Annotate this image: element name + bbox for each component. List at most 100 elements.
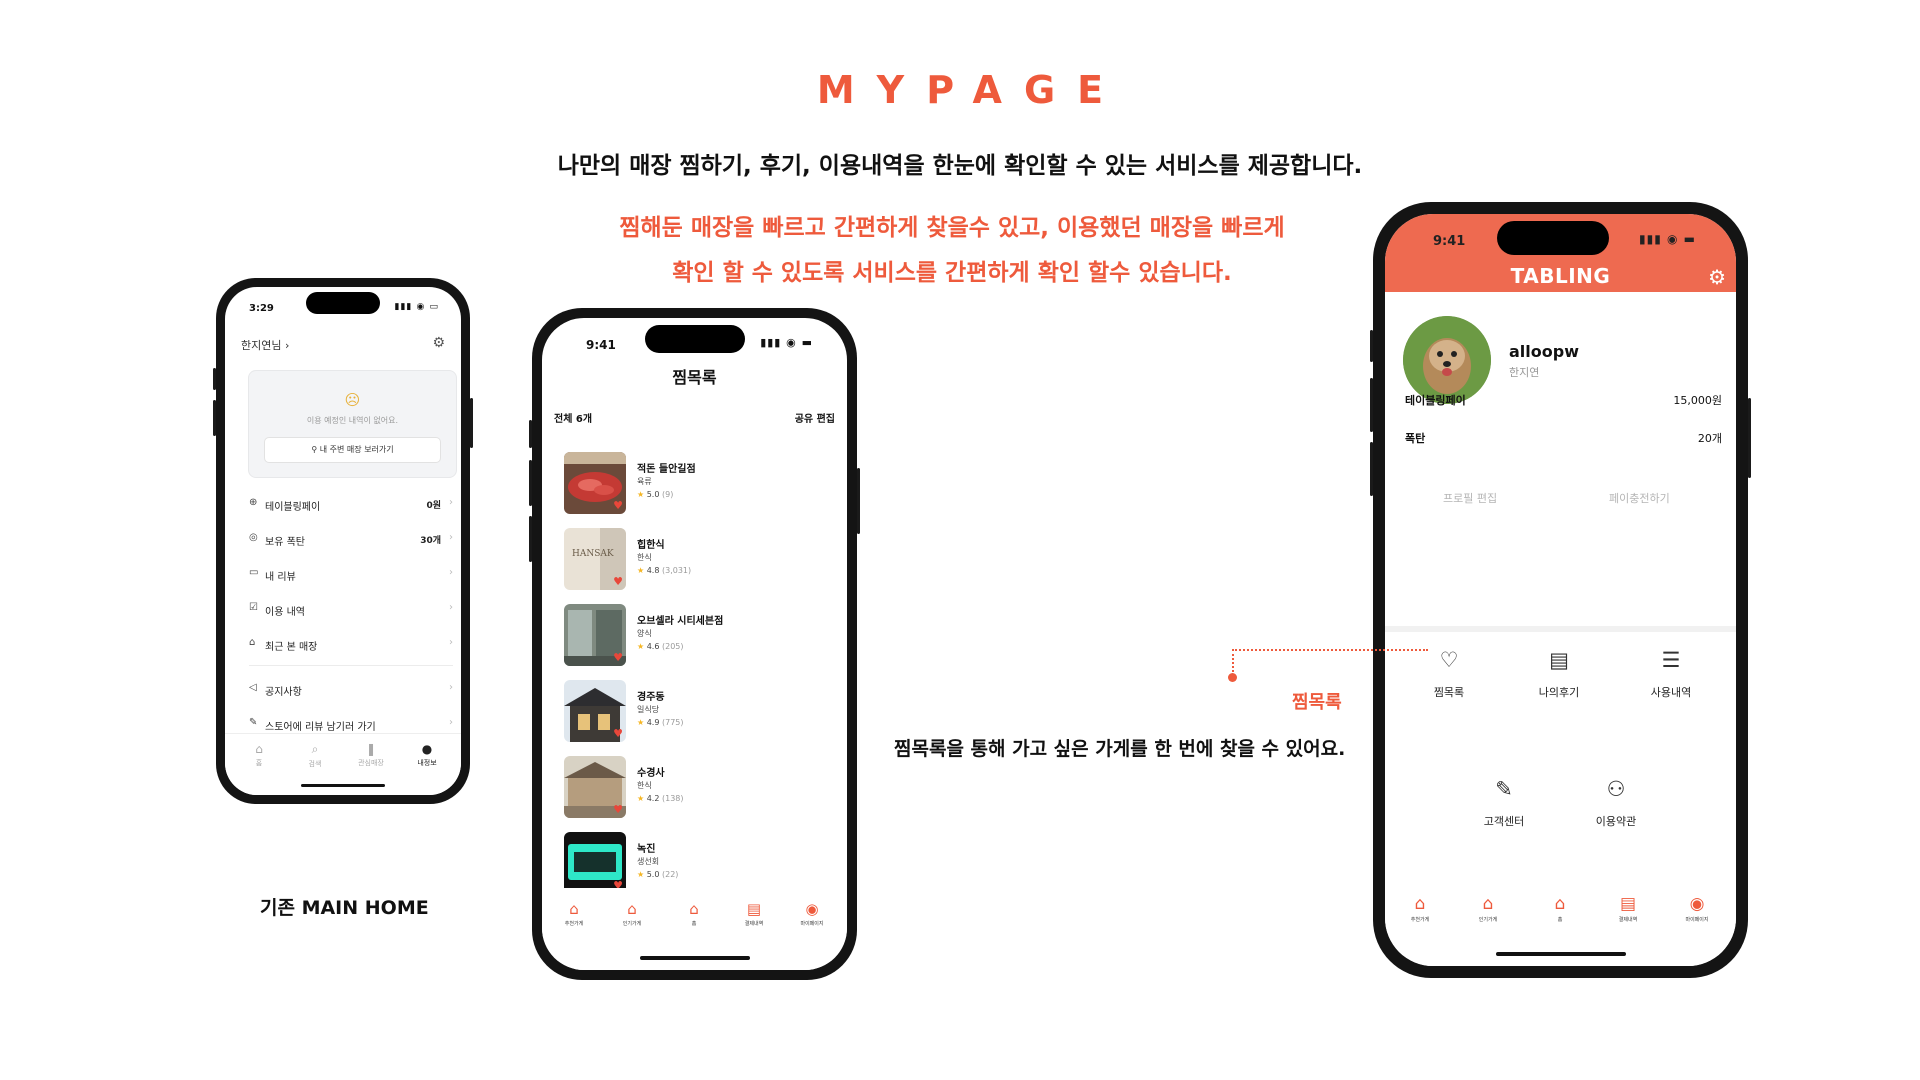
store-category: 일식당 (637, 705, 660, 714)
store-icon: ⌂ (1414, 894, 1426, 914)
menu-row-tabling-pay[interactable]: ⊕ 테이블링페이 0원 › (249, 497, 453, 515)
menu-customer-center[interactable]: ✎ 고객센터 (1459, 777, 1549, 829)
star-icon: ★ (637, 870, 645, 879)
receipt-icon: ▤ (746, 900, 762, 918)
charge-pay-button[interactable]: 페이충전하기 (1609, 490, 1670, 506)
avatar (1403, 316, 1491, 404)
tab-popular[interactable]: ⌂ 인기가게 (612, 900, 652, 927)
callout-connector (1232, 649, 1234, 676)
dynamic-island (306, 292, 380, 314)
store-category: 한식 (637, 553, 652, 562)
heart-icon[interactable]: ♥ (613, 803, 623, 816)
tab-recommended[interactable]: ⌂ 추천가게 (554, 900, 594, 927)
tab-home[interactable]: ⌂ 홈 (674, 900, 714, 927)
tab-favorites[interactable]: ❚ 관심매장 (351, 742, 391, 768)
gear-icon[interactable]: ⚙ (1708, 265, 1726, 289)
store-icon: ⌂ (569, 900, 579, 918)
edit-profile-button[interactable]: 프로필 편집 (1443, 490, 1497, 506)
menu-wishlist[interactable]: ♡ 찜목록 (1404, 648, 1494, 700)
list-item[interactable]: ♥ 오브셀라 시티세븐점 양식 ★ 4.6 (205) (564, 604, 814, 666)
menu-row-label: 보유 폭탄 (265, 537, 305, 548)
menu-row-notices[interactable]: ◁ 공지사항 › (249, 682, 453, 700)
svg-text:HANSAK: HANSAK (572, 549, 614, 559)
rating-value: 4.2 (646, 794, 660, 803)
store-category: 생선회 (637, 857, 660, 866)
store-name: 녹진 (637, 844, 656, 855)
store-category: 육류 (637, 477, 652, 486)
store-name: 적돈 들안길점 (637, 464, 696, 475)
pay-value: 15,000원 (1673, 394, 1722, 407)
review-count: (3,031) (662, 566, 692, 575)
user-name-link[interactable]: 한지연님 › (241, 339, 289, 352)
list-item[interactable]: HANSAK ♥ 힙한식 한식 ★ 4.8 (3,031) (564, 528, 814, 590)
chevron-right-icon: › (449, 717, 453, 728)
tab-label: 추천가게 (1410, 917, 1430, 923)
store-thumbnail: ♥ (564, 604, 626, 666)
review-count: (9) (662, 490, 674, 499)
tab-label: 인기가게 (622, 921, 642, 927)
tab-recommended[interactable]: ⌂ 추천가게 (1397, 894, 1443, 923)
support-icon: ✎ (1495, 777, 1513, 801)
tab-search[interactable]: ⌕ 검색 (295, 742, 335, 769)
list-item[interactable]: ♥ 수경사 한식 ★ 4.2 (138) (564, 756, 814, 818)
star-icon: ★ (637, 794, 645, 803)
tab-label: 내정보 (417, 759, 437, 767)
menu-row-bombs[interactable]: ◎ 보유 폭탄 30개 › (249, 532, 453, 550)
chevron-right-icon: › (449, 497, 453, 508)
bottom-tab-bar: ⌂ 추천가게 ⌂ 인기가게 ⌂ 홈 ▤ 결제내역 ◉ 마이페이지 (1385, 880, 1736, 966)
bomb-row[interactable]: 폭탄 20개 (1405, 430, 1722, 446)
menu-row-my-reviews[interactable]: ▭ 내 리뷰 › (249, 567, 453, 585)
divider (249, 665, 453, 666)
status-icons: ▮▮▮ ◉ ▭ (394, 302, 439, 312)
store-rating: ★ 4.2 (138) (637, 794, 684, 803)
menu-row-value: 30개 (420, 536, 441, 546)
edit-icon: ✎ (249, 717, 258, 728)
menu-my-reviews[interactable]: ▤ 나의후기 (1514, 648, 1604, 700)
gear-icon[interactable]: ⚙ (432, 335, 445, 351)
heart-icon[interactable]: ♥ (613, 727, 623, 740)
mypage-screen: 9:41 ▮▮▮ ◉ ▬ TABLING ⚙ alloopw 한지연 테이블링페… (1385, 214, 1736, 966)
status-icons: ▮▮▮ ◉ ▬ (760, 336, 813, 349)
tab-label: 마이페이지 (800, 921, 824, 927)
menu-row-history[interactable]: ☑ 이용 내역 › (249, 602, 453, 620)
tab-mypage[interactable]: ◉ 마이페이지 (1674, 894, 1720, 923)
status-icons: ▮▮▮ ◉ ▬ (1639, 232, 1696, 246)
tab-label: 인기가게 (1478, 917, 1498, 923)
store-rating: ★ 4.6 (205) (637, 642, 684, 651)
tab-payments[interactable]: ▤ 결제내역 (1605, 894, 1651, 923)
share-edit-actions[interactable]: 공유 편집 (795, 410, 835, 425)
tab-my-info[interactable]: ● 내정보 (407, 742, 447, 768)
tab-payments[interactable]: ▤ 결제내역 (734, 900, 774, 927)
chevron-right-icon: › (449, 567, 453, 578)
nearby-stores-button[interactable]: ⚲ 내 주변 매장 보러가기 (264, 437, 441, 463)
menu-label: 사용내역 (1650, 686, 1692, 699)
menu-terms[interactable]: ⚇ 이용약관 (1571, 777, 1661, 829)
tab-home[interactable]: ⌂ 홈 (239, 742, 279, 768)
dynamic-island (645, 325, 745, 353)
menu-row-recent-stores[interactable]: ⌂ 최근 본 매장 › (249, 637, 453, 655)
list-item[interactable]: ♥ 경주동 일식당 ★ 4.9 (775) (564, 680, 814, 742)
bookmark-icon: ❚ (365, 742, 377, 756)
tabling-pay-row[interactable]: 테이블링페이 15,000원 (1405, 392, 1722, 408)
review-icon: ▭ (249, 567, 259, 578)
status-time: 9:41 (1433, 234, 1466, 249)
store-name: 오브셀라 시티세븐점 (637, 616, 724, 627)
store-rating: ★ 5.0 (9) (637, 490, 673, 499)
home-icon: ⌂ (255, 742, 263, 756)
heart-icon[interactable]: ♥ (613, 575, 623, 588)
menu-row-label: 내 리뷰 (265, 572, 296, 583)
tab-mypage[interactable]: ◉ 마이페이지 (792, 900, 832, 927)
profile-icon: ◉ (1689, 894, 1705, 914)
tab-popular[interactable]: ⌂ 인기가게 (1465, 894, 1511, 923)
menu-usage-history[interactable]: ☰ 사용내역 (1626, 648, 1716, 700)
heart-icon[interactable]: ♥ (613, 651, 623, 664)
store-name: 힙한식 (637, 540, 665, 551)
heart-icon[interactable]: ♥ (613, 499, 623, 512)
tab-home[interactable]: ⌂ 홈 (1537, 894, 1583, 923)
list-item[interactable]: ♥ 적돈 들안길점 육류 ★ 5.0 (9) (564, 452, 814, 514)
username: alloopw (1509, 342, 1579, 361)
list-item[interactable]: ♥ 녹진 생선회 ★ 5.0 (22) (564, 832, 814, 894)
callout-description: 찜목록을 통해 가고 싶은 가게를 한 번에 찾을 수 있어요. (894, 738, 1346, 760)
home-indicator (639, 956, 750, 960)
wishlist-total: 전체 6개 (554, 414, 593, 425)
